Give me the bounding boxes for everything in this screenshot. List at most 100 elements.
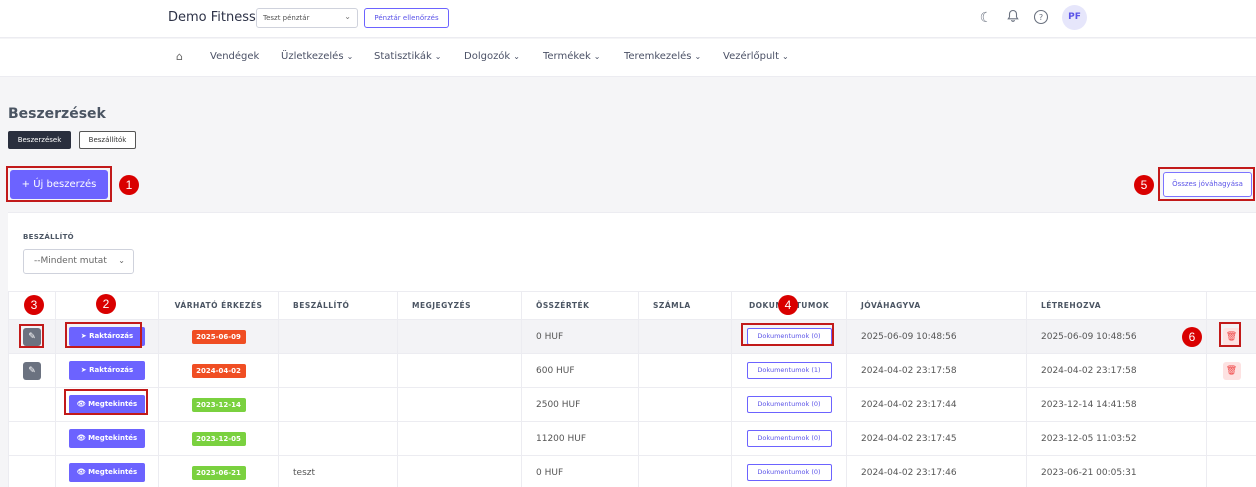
- created-cell: 2025-06-09 10:48:56: [1026, 319, 1207, 354]
- annotation-marker-6: 6: [1182, 327, 1202, 347]
- nav-item-label: Üzletkezelés: [281, 51, 344, 62]
- arrival-date-badge: 2023-12-14: [191, 397, 246, 412]
- approved-cell: 2024-04-02 23:17:46: [846, 455, 1027, 487]
- supplier-cell: [278, 353, 398, 388]
- arrival-cell: 2023-12-05: [158, 421, 279, 456]
- note-cell: [397, 455, 522, 487]
- trash-icon[interactable]: 🗑: [1222, 327, 1241, 346]
- trash-icon[interactable]: 🗑: [1222, 361, 1241, 380]
- note-cell: [397, 353, 522, 388]
- annotation-marker-2: 2: [96, 294, 116, 314]
- nav-item-vendegek[interactable]: Vendégek: [210, 51, 259, 62]
- table-row: ✎ ➤ Raktározás 2024-04-02 600 HUF Dokume…: [8, 353, 1256, 388]
- arrival-cell: 2025-06-09: [158, 319, 279, 354]
- edit-cell: [8, 421, 56, 456]
- total-cell: 2500 HUF: [521, 387, 639, 422]
- nav-item-vezerlopult[interactable]: Vezérlőpult ⌄: [723, 51, 789, 62]
- action-cell: 👁 Megtekintés: [55, 421, 159, 456]
- nav-item-uzletkezeles[interactable]: Üzletkezelés ⌄: [281, 51, 353, 62]
- documents-button[interactable]: Dokumentumok (0): [746, 464, 832, 481]
- column-header-supplier[interactable]: BESZÁLLÍTÓ: [278, 291, 398, 320]
- documents-button[interactable]: Dokumentumok (0): [746, 328, 832, 345]
- send-icon: ➤: [80, 332, 90, 340]
- chevron-down-icon: ⌄: [694, 52, 702, 61]
- new-purchase-button[interactable]: + Új beszerzés: [10, 170, 108, 199]
- documents-cell: Dokumentumok (1): [731, 353, 847, 388]
- avatar[interactable]: PF: [1062, 5, 1087, 30]
- purchases-table: VÁRHATÓ ÉRKEZÉS BESZÁLLÍTÓ MEGJEGYZÉS ÖS…: [8, 291, 1256, 487]
- nav-item-label: Teremkezelés: [624, 51, 692, 62]
- tab-beszerzesek[interactable]: Beszerzések: [8, 131, 71, 149]
- nav-item-label: Dolgozók: [464, 51, 511, 62]
- pencil-icon[interactable]: ✎: [23, 327, 41, 346]
- action-cell: ➤ Raktározás: [55, 319, 159, 354]
- supplier-filter-label: BESZÁLLÍTÓ: [23, 233, 74, 241]
- view-button[interactable]: 👁 Megtekintés: [69, 463, 145, 482]
- supplier-filter-select[interactable]: --Mindent mutat ⌄: [23, 249, 134, 274]
- view-button[interactable]: 👁 Megtekintés: [69, 429, 145, 448]
- column-header-total[interactable]: ÖSSZÉRTÉK: [521, 291, 639, 320]
- edit-cell: [8, 455, 56, 487]
- delete-cell: [1206, 421, 1256, 456]
- send-icon: ➤: [80, 366, 90, 374]
- cash-register-select[interactable]: Teszt pénztár ⌄: [256, 8, 358, 28]
- pencil-icon[interactable]: ✎: [23, 361, 41, 380]
- view-button-label: Megtekintés: [88, 434, 138, 442]
- chevron-down-icon: ⌄: [346, 52, 354, 61]
- nav-item-statisztikak[interactable]: Statisztikák ⌄: [374, 51, 442, 62]
- note-cell: [397, 319, 522, 354]
- main-nav: ⌂ Vendégek Üzletkezelés ⌄ Statisztikák ⌄ D…: [0, 39, 1256, 77]
- supplier-cell: [278, 319, 398, 354]
- home-icon[interactable]: ⌂: [176, 50, 183, 63]
- annotation-marker-4: 4: [778, 295, 798, 315]
- delete-cell: 🗑: [1206, 353, 1256, 388]
- bell-icon[interactable]: [1004, 9, 1022, 27]
- approved-cell: 2024-04-02 23:17:44: [846, 387, 1027, 422]
- documents-button[interactable]: Dokumentumok (1): [746, 362, 832, 379]
- total-cell: 0 HUF: [521, 455, 639, 487]
- brand-name[interactable]: Demo Fitness: [168, 10, 256, 25]
- documents-button[interactable]: Dokumentumok (0): [746, 430, 832, 447]
- supplier-filter-value: --Mindent mutat: [34, 256, 107, 266]
- view-button-label: Megtekintés: [88, 468, 138, 476]
- view-button[interactable]: 👁 Megtekintés: [69, 395, 145, 414]
- table-row: 👁 Megtekintés 2023-12-14 2500 HUF Dokume…: [8, 387, 1256, 422]
- table-row: ✎ ➤ Raktározás 2025-06-09 0 HUF Dokument…: [8, 319, 1256, 354]
- column-header-arrival[interactable]: VÁRHATÓ ÉRKEZÉS: [158, 291, 279, 320]
- column-header-created[interactable]: LÉTREHOZVA: [1026, 291, 1207, 320]
- moon-icon[interactable]: ☾: [977, 9, 995, 27]
- arrival-date-badge: 2025-06-09: [191, 329, 246, 344]
- chevron-down-icon: ⌄: [434, 52, 442, 61]
- nav-item-dolgozok[interactable]: Dolgozók ⌄: [464, 51, 520, 62]
- delete-cell: [1206, 387, 1256, 422]
- total-cell: 600 HUF: [521, 353, 639, 388]
- nav-item-label: Vezérlőpult: [723, 51, 780, 62]
- nav-item-termekek[interactable]: Termékek ⌄: [543, 51, 600, 62]
- cash-register-check-button[interactable]: Pénztár ellenőrzés: [364, 8, 449, 28]
- arrival-cell: 2023-12-14: [158, 387, 279, 422]
- stock-button[interactable]: ➤ Raktározás: [69, 361, 145, 380]
- table-row: 👁 Megtekintés 2023-12-05 11200 HUF Dokum…: [8, 421, 1256, 456]
- column-header-approved[interactable]: JÓVÁHAGYVA: [846, 291, 1027, 320]
- page-title: Beszerzések: [8, 106, 106, 122]
- column-header-invoice[interactable]: SZÁMLA: [638, 291, 732, 320]
- arrival-date-badge: 2023-06-21: [191, 465, 246, 480]
- note-cell: [397, 387, 522, 422]
- chevron-down-icon: ⌄: [593, 52, 601, 61]
- help-icon[interactable]: ?: [1032, 9, 1050, 27]
- chevron-down-icon: ⌄: [782, 52, 789, 61]
- column-header-note[interactable]: MEGJEGYZÉS: [397, 291, 522, 320]
- edit-cell: ✎: [8, 319, 56, 354]
- nav-item-teremkezeles[interactable]: Teremkezelés ⌄: [624, 51, 701, 62]
- top-header: Demo Fitness Teszt pénztár ⌄ Pénztár ell…: [0, 0, 1256, 38]
- stock-button[interactable]: ➤ Raktározás: [69, 327, 145, 346]
- documents-button[interactable]: Dokumentumok (0): [746, 396, 832, 413]
- action-cell: 👁 Megtekintés: [55, 387, 159, 422]
- stock-button-label: Raktározás: [89, 332, 134, 340]
- approve-all-button[interactable]: Összes jóváhagyása: [1163, 172, 1252, 197]
- arrival-date-badge: 2024-04-02: [191, 363, 246, 378]
- approved-cell: 2024-04-02 23:17:45: [846, 421, 1027, 456]
- table-row: 👁 Megtekintés 2023-06-21 teszt 0 HUF Dok…: [8, 455, 1256, 487]
- tab-beszallitok[interactable]: Beszállítók: [79, 131, 136, 149]
- delete-cell: 🗑: [1206, 319, 1256, 354]
